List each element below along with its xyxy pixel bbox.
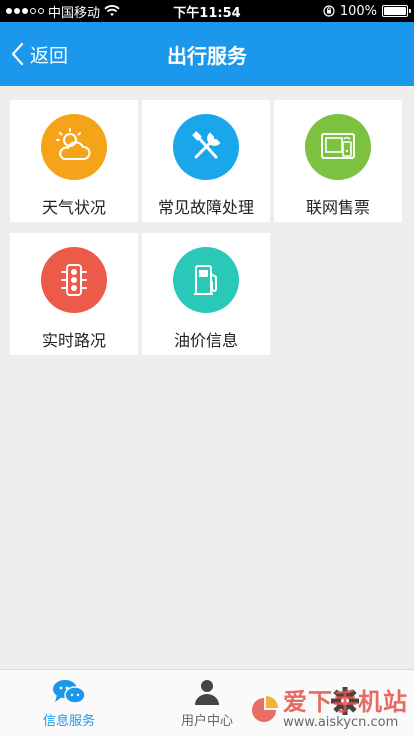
tile-label: 联网售票	[305, 198, 370, 217]
battery-percent: 100%	[339, 3, 377, 19]
watermark-text: 爱下手机站	[283, 688, 408, 717]
tile-troubleshooting[interactable]: 常见故障处理	[142, 100, 270, 222]
traffic-light-icon	[61, 264, 87, 296]
tile-label: 天气状况	[41, 198, 106, 217]
chevron-left-icon	[11, 42, 24, 66]
user-icon	[195, 679, 219, 705]
signal-strength-icon	[6, 8, 44, 14]
ticket-terminal-icon	[321, 133, 355, 159]
chat-bubbles-icon	[53, 679, 86, 704]
tab-label: 用户中心	[180, 713, 233, 729]
tile-weather[interactable]: 天气状况	[10, 100, 138, 222]
tile-icon-bg	[173, 247, 239, 313]
tile-online-ticketing[interactable]: 联网售票	[274, 100, 402, 222]
tab-label: 信息服务	[42, 713, 95, 729]
service-grid: 天气状况 常见故障处理 联网售票 实时路况 油价信息	[10, 100, 404, 355]
watermark: 爱下手机站 www.aiskycn.com	[249, 689, 408, 730]
tools-icon	[192, 131, 221, 159]
tile-live-traffic[interactable]: 实时路况	[10, 233, 138, 355]
fuel-pump-icon	[194, 265, 217, 295]
tile-fuel-price[interactable]: 油价信息	[142, 233, 270, 355]
tile-label: 常见故障处理	[157, 198, 254, 217]
tile-icon-bg	[305, 114, 371, 180]
tile-icon-bg	[173, 114, 239, 180]
nav-bar: 返回 出行服务	[0, 22, 414, 86]
status-bar: 中国移动 下午11:54 100%	[0, 0, 414, 22]
tab-info-services[interactable]: 信息服务	[0, 670, 138, 736]
back-button[interactable]: 返回	[10, 22, 68, 86]
watermark-url: www.aiskycn.com	[283, 714, 399, 730]
watermark-logo-icon	[252, 695, 278, 722]
status-right: 100%	[258, 3, 411, 19]
tile-icon-bg	[41, 114, 107, 180]
tile-label: 实时路况	[41, 331, 106, 350]
status-time: 下午11:54	[173, 5, 241, 21]
weather-icon	[56, 128, 91, 160]
battery-fill	[384, 7, 406, 15]
tile-icon-bg	[41, 247, 107, 313]
back-label: 返回	[30, 44, 69, 67]
orientation-lock-icon	[323, 5, 335, 17]
tile-label: 油价信息	[173, 331, 238, 350]
carrier-name: 中国移动	[48, 5, 101, 21]
wifi-icon	[104, 5, 120, 16]
battery-icon	[382, 5, 411, 17]
status-left: 中国移动	[6, 2, 156, 21]
